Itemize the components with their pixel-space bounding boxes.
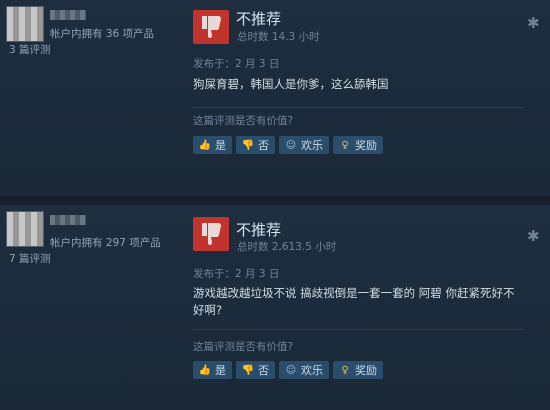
award-label: 奖励 bbox=[355, 139, 377, 152]
star-icon[interactable]: ✱ bbox=[527, 14, 540, 32]
vote-funny-label: 欢乐 bbox=[301, 139, 323, 152]
reviewer-name-obscured[interactable] bbox=[50, 10, 86, 20]
award-label: 奖励 bbox=[355, 364, 377, 377]
hours-played: 总时数 14.3 小时 bbox=[237, 31, 320, 43]
verdict-title: 不推荐 bbox=[236, 221, 282, 239]
award-icon: ♀ bbox=[341, 364, 349, 376]
review-text: 游戏越改越垃圾不说 搞歧视倒是一套一套的 阿碧 你赶紧死好不好啊? bbox=[193, 286, 515, 317]
reviewer-info: 帐户内拥有 297 项产品 7 篇评测 bbox=[6, 211, 176, 265]
avatar[interactable] bbox=[6, 6, 44, 42]
vote-funny-label: 欢乐 bbox=[301, 364, 323, 377]
review-count[interactable]: 7 篇评测 bbox=[9, 251, 51, 266]
smiley-icon: ☺ bbox=[285, 364, 297, 376]
thumbs-down-icon: 👎 bbox=[241, 139, 255, 151]
star-icon[interactable]: ✱ bbox=[527, 227, 540, 245]
review-card: 帐户内拥有 36 项产品 3 篇评测 不推荐 总时数 14.3 小时 ✱ 发布于… bbox=[0, 0, 550, 196]
vote-no-button[interactable]: 👎 否 bbox=[236, 361, 275, 379]
thumbs-up-icon: 👍 bbox=[198, 139, 212, 151]
helpful-prompt: 这篇评测是否有价值? bbox=[193, 341, 294, 353]
review-count[interactable]: 3 篇评测 bbox=[9, 42, 51, 57]
reviewer-info: 帐户内拥有 36 项产品 3 篇评测 bbox=[6, 6, 176, 56]
thumbs-down-icon bbox=[193, 217, 229, 251]
verdict-title: 不推荐 bbox=[236, 10, 282, 28]
card-separator bbox=[0, 196, 550, 205]
vote-funny-button[interactable]: ☺ 欢乐 bbox=[279, 361, 329, 379]
vote-buttons: 👍 是 👎 否 ☺ 欢乐 ♀ 奖励 bbox=[193, 361, 383, 379]
award-button[interactable]: ♀ 奖励 bbox=[333, 136, 383, 154]
posted-date: 发布于：2 月 3 日 bbox=[193, 268, 280, 280]
vote-no-label: 否 bbox=[258, 364, 269, 377]
thumbs-down-icon bbox=[193, 10, 229, 44]
vote-yes-button[interactable]: 👍 是 bbox=[193, 361, 232, 379]
award-icon: ♀ bbox=[341, 139, 349, 151]
vote-no-label: 否 bbox=[258, 139, 269, 152]
divider bbox=[193, 329, 523, 330]
thumbs-down-icon: 👎 bbox=[241, 364, 255, 376]
review-text: 狗屎育碧，韩国人是你爹，这么舔韩国 bbox=[193, 77, 389, 91]
divider bbox=[193, 107, 523, 108]
avatar[interactable] bbox=[6, 211, 44, 247]
thumbs-up-icon: 👍 bbox=[198, 364, 212, 376]
products-owned[interactable]: 帐户内拥有 36 项产品 bbox=[50, 26, 154, 41]
vote-funny-button[interactable]: ☺ 欢乐 bbox=[279, 136, 329, 154]
hours-played: 总时数 2,613.5 小时 bbox=[237, 241, 337, 253]
smiley-icon: ☺ bbox=[285, 139, 297, 151]
vote-buttons: 👍 是 👎 否 ☺ 欢乐 ♀ 奖励 bbox=[193, 136, 383, 154]
vote-yes-label: 是 bbox=[215, 139, 226, 152]
posted-date: 发布于：2 月 3 日 bbox=[193, 58, 280, 70]
vote-yes-label: 是 bbox=[215, 364, 226, 377]
vote-no-button[interactable]: 👎 否 bbox=[236, 136, 275, 154]
products-owned[interactable]: 帐户内拥有 297 项产品 bbox=[50, 235, 161, 250]
helpful-prompt: 这篇评测是否有价值? bbox=[193, 115, 294, 127]
vote-yes-button[interactable]: 👍 是 bbox=[193, 136, 232, 154]
award-button[interactable]: ♀ 奖励 bbox=[333, 361, 383, 379]
reviewer-name-obscured[interactable] bbox=[50, 215, 86, 225]
review-card: 帐户内拥有 297 项产品 7 篇评测 不推荐 总时数 2,613.5 小时 ✱… bbox=[0, 205, 550, 410]
